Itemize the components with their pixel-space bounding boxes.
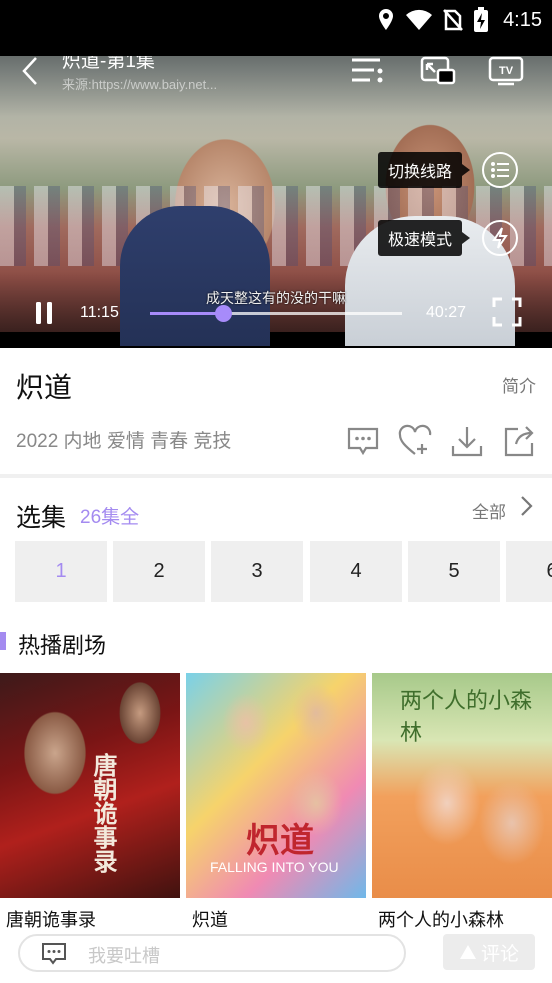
show-tags: 2022 内地 爱情 青春 竞技 [16,431,232,452]
wifi-icon [406,9,433,30]
favorite-add-icon[interactable] [398,424,432,458]
episode-list: 1 2 3 4 5 6 [15,541,552,602]
status-icons: 4:15 [377,6,542,34]
back-icon[interactable] [16,56,46,86]
episode-header: 选集 26集全 全部 [0,482,552,540]
show-title: 炽道 [16,372,73,403]
seek-progress [150,312,224,315]
show-info: 炽道 简介 2022 内地 爱情 青春 竞技 [0,348,552,478]
comment-input[interactable]: 我要吐槽 [18,934,406,972]
player-top-bar: 炽道-第1集 来源:https://www.baiy.net... TV [0,56,552,116]
section-accent-bar [0,632,6,650]
episode-count: 26集全 [80,507,140,528]
poster-art-title: 炽道 [246,821,314,861]
poster-card[interactable]: 两个人的小森林 两个人的小森林 [372,673,552,928]
poster-image[interactable]: 唐朝诡事录 [0,673,180,898]
comment-bar: 我要吐槽 评论 [0,928,552,983]
current-time: 11:15 [80,304,119,321]
episode-item-6[interactable]: 6 [506,541,552,602]
hot-section-header: 热播剧场 [0,622,552,662]
player-controls: 11:15 40:27 [0,296,552,332]
poster-card[interactable]: 唐朝诡事录 唐朝诡事录 [0,673,180,928]
battery-charging-icon [474,7,489,32]
poster-art-subtitle: FALLING INTO YOU [210,859,339,875]
playlist-icon[interactable] [350,56,386,86]
poster-art-title: 唐朝诡事录 [89,753,118,873]
poster-card[interactable]: 炽道 FALLING INTO YOU 炽道 [186,673,366,928]
poster-name: 炽道 [192,910,228,928]
chevron-right-icon[interactable] [516,494,536,518]
comment-bubble-icon [42,943,66,965]
action-bar [346,424,536,458]
poster-image[interactable]: 炽道 FALLING INTO YOU [186,673,366,898]
status-bar: 4:15 [0,0,552,56]
episode-item-3[interactable]: 3 [211,541,303,602]
poster-image[interactable]: 两个人的小森林 [372,673,552,898]
no-sim-icon [443,9,463,31]
video-player[interactable]: 炽道-第1集 来源:https://www.baiy.net... TV 切换线… [0,56,552,348]
episode-all-link[interactable]: 全部 [472,498,506,523]
status-time: 4:15 [503,8,542,31]
download-icon[interactable] [450,424,484,458]
lightning-icon [482,220,519,256]
episode-item-4[interactable]: 4 [310,541,402,602]
episode-section-title: 选集 [16,504,67,532]
player-title: 炽道-第1集 [62,56,155,72]
pause-icon[interactable] [34,300,54,326]
tv-cast-icon[interactable]: TV [488,56,524,86]
svg-text:TV: TV [499,65,514,77]
picture-in-picture-icon[interactable] [420,56,456,86]
fast-mode-button[interactable]: 极速模式 [378,220,519,256]
switch-line-button[interactable]: 切换线路 [378,152,519,188]
hot-section-title: 热播剧场 [18,633,107,658]
episode-item-5[interactable]: 5 [408,541,500,602]
seek-thumb[interactable] [215,305,233,322]
comment-button-label: 评论 [480,943,519,965]
triangle-up-icon [459,945,476,959]
episode-item-1[interactable]: 1 [15,541,107,602]
comment-icon[interactable] [346,424,380,458]
fast-mode-label: 极速模式 [378,220,471,256]
intro-link[interactable]: 简介 [502,372,536,397]
fullscreen-icon[interactable] [491,296,523,328]
total-time: 40:27 [426,304,467,321]
poster-art-title: 两个人的小森林 [400,689,533,746]
switch-line-icon [482,152,519,188]
share-icon[interactable] [502,424,536,458]
poster-name: 唐朝诡事录 [6,910,96,928]
comment-input-placeholder: 我要吐槽 [88,946,160,966]
seek-bar[interactable] [150,305,402,322]
switch-line-label: 切换线路 [378,152,471,188]
poster-name: 两个人的小森林 [378,910,504,928]
player-source: 来源:https://www.baiy.net... [62,77,218,92]
poster-list: 唐朝诡事录 唐朝诡事录 炽道 FALLING INTO YOU 炽道 两个人的小… [0,673,552,928]
comment-submit-button[interactable]: 评论 [443,934,535,970]
location-icon [379,9,394,30]
episode-item-2[interactable]: 2 [113,541,205,602]
